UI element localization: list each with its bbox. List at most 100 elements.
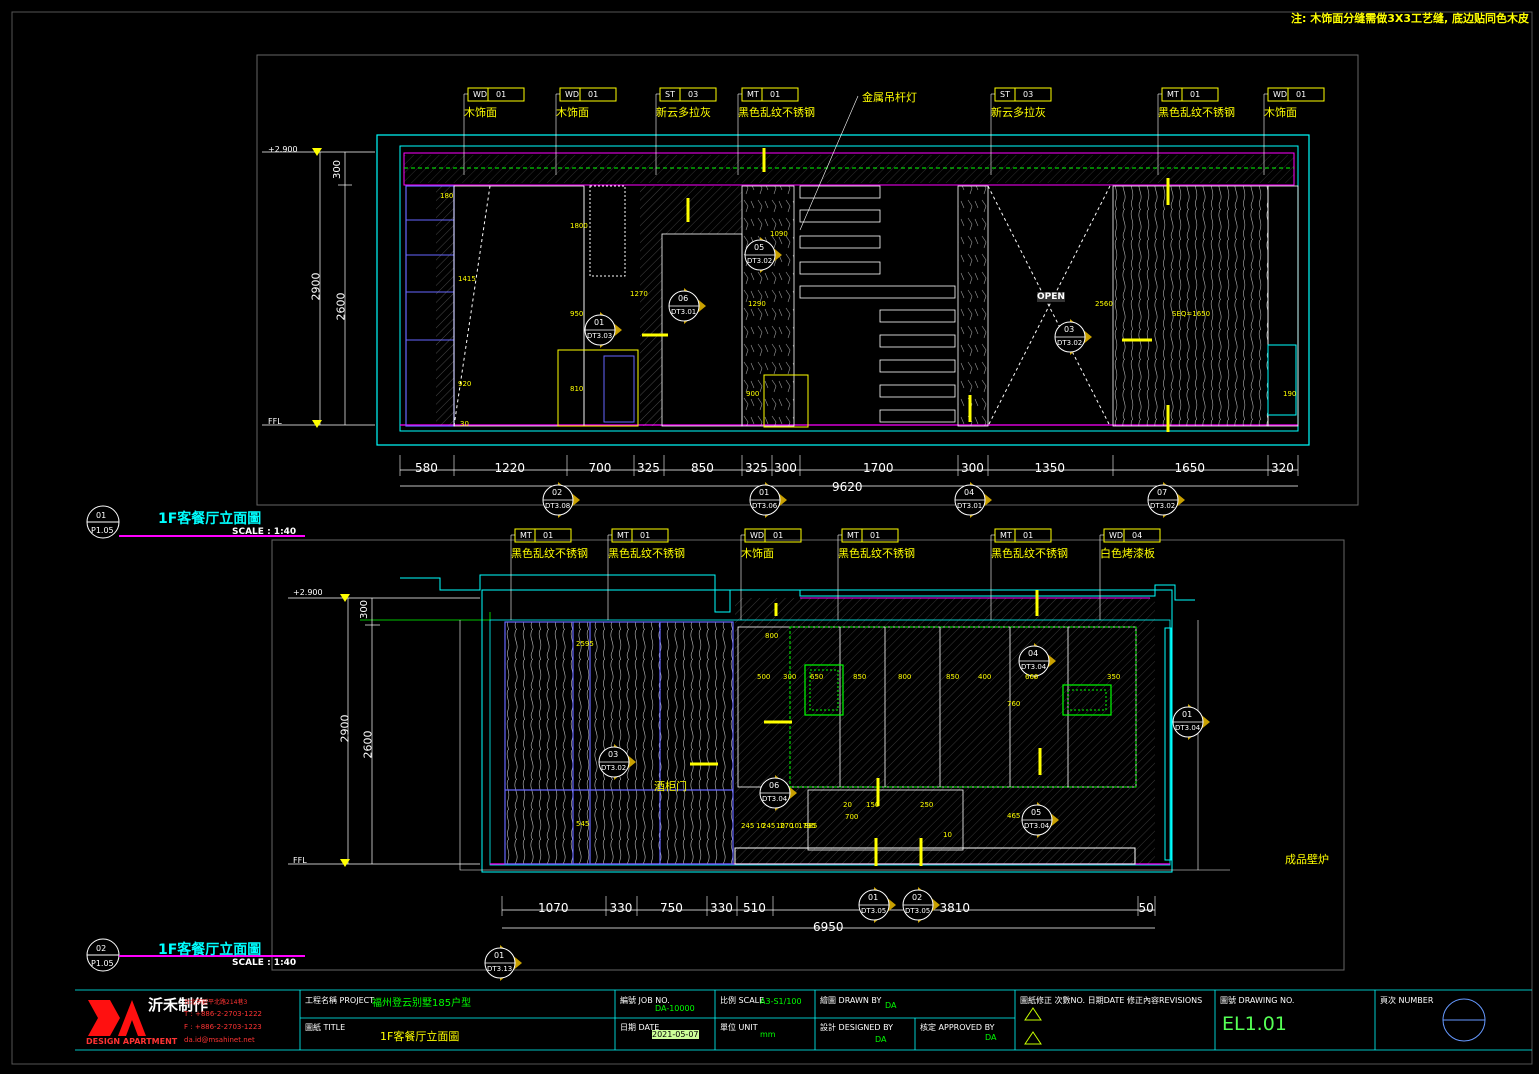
elevation1-tag-sheet: P1.05 [91,526,114,535]
e1-bottom-callout-num-2: 04 [964,488,975,497]
e1-inner-dim-6: 950 [570,310,584,318]
e1-tag-num-5: 03 [1023,90,1034,99]
e1-inner-callout-num-3: 03 [1064,325,1075,334]
e2-inner-dim-0: 800 [765,632,779,640]
e1-inner-callout-num-0: 01 [594,318,605,327]
drawn-value: DA [885,1001,897,1010]
designed-value: DA [875,1035,887,1044]
e2-tag-label-4: 黑色乱纹不锈钢 [991,547,1068,560]
number-label: 頁次 NUMBER [1380,996,1434,1005]
e2-bottom-dim-0: 1070 [538,901,569,915]
unit-value: mm [760,1030,776,1039]
e2-tag-num-5: 04 [1132,531,1143,540]
e1-bottom-dim-10: 1650 [1174,461,1206,475]
e2-inner-callout-num-2: 03 [608,750,619,759]
e2-inner-dim-6: 850 [946,673,960,681]
elevation2-tag-sheet: P1.05 [91,959,114,968]
e1-level-ffl: FFL [268,417,282,426]
e1-tag-label-1: 木饰面 [556,106,589,119]
elevation1 [262,134,1310,487]
e1-inner-dim-3: 1290 [748,300,766,308]
e2-inner-callout-num-1: 01 [1182,710,1193,719]
e2-inner-dim-22: 885 [804,822,818,830]
unit-label: 單位 UNIT [720,1023,758,1032]
stairs [799,185,956,423]
e1-tag-code-2: ST [665,90,675,99]
e1-bottom-callout-sheet-1: DT3.06 [752,502,778,510]
e2-tag-code-1: MT [617,531,629,540]
e2-tag-num-2: 01 [773,531,784,540]
e1-tag-code-1: WD [565,90,580,99]
e1-tag-num-1: 01 [588,90,599,99]
title-value: 1F客餐厅立面圖 [380,1030,460,1043]
e1-tag-num-6: 01 [1190,90,1201,99]
e1-bottom-dim-1: 1220 [494,461,526,475]
e1-tag-label-6: 黑色乱纹不锈钢 [1158,106,1235,119]
e2-inner-dim-12: 700 [845,813,859,821]
e2-vdim-300: 300 [359,599,371,620]
e2-inner-callout-sheet-2: DT3.02 [601,764,627,772]
e1-inner-dim-8: 920 [458,380,472,388]
e1-bottom-callout-sheet-0: DT3.08 [545,502,571,510]
e1-tag-num-2: 03 [688,90,699,99]
e1-inner-callout-sheet-0: DT3.03 [587,332,613,340]
e1-inner-dim-11: SEQ=1650 [1172,310,1211,318]
title-block [75,989,1532,1051]
e2-tag-label-5: 白色烤漆板 [1100,547,1155,560]
e2-level-ffl: FFL [293,856,307,865]
e1-tag-label-7: 木饰面 [1264,106,1297,119]
e2-bottom-dim-2: 750 [660,901,683,915]
date-value: 2021-05-07 [652,1030,699,1039]
e2-inner-dim-8: 660 [1025,673,1039,681]
e2-inner-dim-11: 150 [866,801,880,809]
elevation2-title: 1F客餐厅立面圖 [158,942,262,958]
company-name-en: DESIGN APARTMENT [86,1037,178,1046]
project-label: 工程名稱 PROJECT [305,996,375,1005]
e2-tag-label-1: 黑色乱纹不锈钢 [608,547,685,560]
e1-bottom-dim-3: 325 [637,461,660,475]
project-value: 福州登云别墅185户型 [372,998,472,1009]
e2-tag-num-3: 01 [870,531,881,540]
e1-vdim-2900: 2900 [309,272,323,301]
e2-bottom-dim-5: 3810 [939,901,971,915]
e2-bottom-dim-3: 330 [710,901,733,915]
e1-vdim-300: 300 [332,159,344,180]
job-value: DA-10000 [655,1004,695,1013]
e1-inner-callout-sheet-2: DT3.02 [747,257,773,265]
e1-bottom-dim-8: 300 [961,461,984,475]
e2-tag-code-2: WD [750,531,765,540]
approved-label: 核定 APPROVED BY [920,1023,995,1032]
e1-tag-label-0: 木饰面 [464,106,497,119]
elevation1-tag-num: 01 [96,511,107,520]
e1-inner-dim-5: 1415 [458,275,476,283]
e2-inner-dim-24: 465 [1007,812,1021,820]
e2-bottom-callout-num-1: 02 [912,893,923,902]
e1-bottom-dim-2: 700 [588,461,612,475]
e1-inner-dim-13: 30 [460,420,469,428]
scale-label: 比例 SCALE [720,996,765,1005]
e1-bottom-callout-num-0: 02 [552,488,563,497]
e2-inner-dim-5: 800 [898,673,912,681]
e1-tag-label-4: 金属吊杆灯 [862,91,917,104]
e1-inner-callout-num-2: 05 [754,243,765,252]
elevation2-scale: SCALE : 1:40 [232,958,297,968]
e1-tag-code-6: MT [1167,90,1179,99]
elevation2-tag-num: 02 [96,944,107,953]
designed-label: 設計 DESIGNED BY [820,1023,894,1032]
e2-inner-callout-sheet-4: DT3.04 [1024,822,1050,830]
e2-bottom-callout-sheet-0: DT3.05 [861,907,887,915]
e1-open-label: OPEN [1037,292,1065,302]
revisions-label: 圖紙修正 次數NO. 日期DATE 修正內容REVISIONS [1020,996,1203,1005]
e2-tag-num-4: 01 [1023,531,1034,540]
company-fax: F : +886-2-2703-1223 [184,1023,262,1031]
title-label: 圖紙 TITLE [305,1023,346,1032]
e2-inner-dim-3: 650 [810,673,824,681]
e1-inner-dim-2: 1270 [630,290,648,298]
scale-value: A3-S1/100 [760,997,802,1006]
e2-inner-dim-10: 20 [843,801,852,809]
e1-bottom-callout-sheet-3: DT3.02 [1150,502,1176,510]
e1-tag-num-7: 01 [1296,90,1307,99]
e2-bottom-dim-4: 510 [743,901,766,915]
e1-tag-code-0: WD [473,90,488,99]
e1-bottom-callout-sheet-2: DT3.01 [957,502,983,510]
